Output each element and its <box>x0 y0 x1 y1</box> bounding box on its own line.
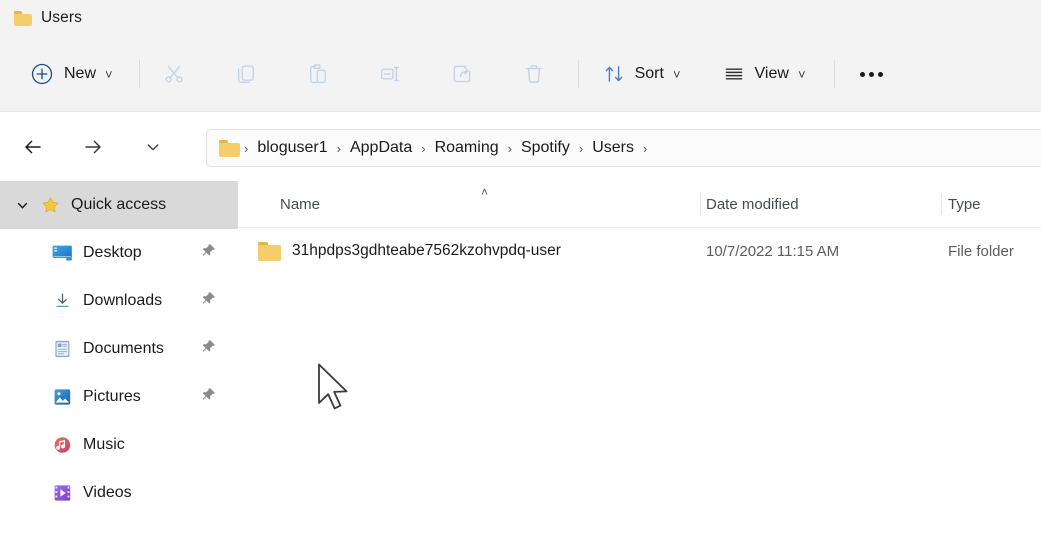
forward-button[interactable] <box>74 128 112 166</box>
sidebar-group-label: Quick access <box>71 196 167 213</box>
folder-icon <box>14 10 32 26</box>
sidebar-item-label: Documents <box>83 340 164 357</box>
column-header-name[interactable]: Name <box>280 181 320 227</box>
column-header-date-modified[interactable]: Date modified <box>706 181 799 227</box>
arrow-left-icon <box>22 136 44 158</box>
file-row-type: File folder <box>948 242 1014 260</box>
music-icon <box>52 436 72 454</box>
pin-icon[interactable] <box>201 387 216 407</box>
view-lines-icon <box>723 63 745 85</box>
copy-button[interactable] <box>224 54 268 94</box>
paste-icon <box>306 62 330 86</box>
column-header-type[interactable]: Type <box>948 181 981 227</box>
navigation-pane: Quick access Desktop Downloads Documents… <box>0 181 238 553</box>
sidebar-item-pictures[interactable]: Pictures <box>0 373 238 421</box>
share-icon <box>450 62 474 86</box>
folder-icon <box>258 241 281 261</box>
breadcrumb-item-users[interactable]: Users <box>587 136 639 160</box>
window-title: Users <box>41 9 82 26</box>
chevron-down-icon: ˅ <box>672 66 681 82</box>
column-header-name-label: Name <box>280 195 321 213</box>
file-explorer-window: Users New ˅ Sort ˅ View ˅ › bloguser1 › … <box>0 0 1041 553</box>
column-header-date-label: Date modified <box>706 195 799 213</box>
sidebar-item-label: Desktop <box>83 244 142 261</box>
sidebar-group-quick-access[interactable]: Quick access <box>0 181 238 229</box>
sort-ascending-indicator: ˄ <box>481 185 489 199</box>
plus-circle-icon <box>30 62 54 86</box>
file-row-name-cell: 31hpdps3gdhteabe7562kzohvpdq-user <box>258 241 561 261</box>
rename-icon <box>378 62 402 86</box>
pin-icon[interactable] <box>201 291 216 311</box>
sidebar-item-label: Videos <box>83 484 132 501</box>
scissors-icon <box>162 62 186 86</box>
column-header-type-label: Type <box>948 195 981 213</box>
chevron-down-icon: ˅ <box>797 66 806 82</box>
command-bar: New ˅ Sort ˅ View ˅ <box>0 36 1041 112</box>
sidebar-item-label: Pictures <box>83 388 141 405</box>
sidebar-item-music[interactable]: Music <box>0 421 238 469</box>
sidebar-item-downloads[interactable]: Downloads <box>0 277 238 325</box>
chevron-down-icon <box>143 137 163 157</box>
chevron-down-icon[interactable] <box>14 198 30 213</box>
breadcrumb-separator: › <box>643 140 648 156</box>
breadcrumb-item-appdata[interactable]: AppData <box>345 136 417 160</box>
cut-button[interactable] <box>152 54 196 94</box>
share-button[interactable] <box>440 54 484 94</box>
column-divider[interactable] <box>700 193 701 215</box>
star-icon <box>41 196 60 215</box>
see-more-button[interactable] <box>849 54 895 94</box>
sort-arrows-icon <box>603 63 625 85</box>
pin-icon[interactable] <box>201 339 216 359</box>
breadcrumb-item-bloguser1[interactable]: bloguser1 <box>252 136 332 160</box>
sidebar-item-desktop[interactable]: Desktop <box>0 229 238 277</box>
arrow-right-icon <box>82 136 104 158</box>
sidebar-item-documents[interactable]: Documents <box>0 325 238 373</box>
view-button-label: View <box>754 65 789 82</box>
trash-icon <box>522 62 546 86</box>
address-bar[interactable]: › bloguser1 › AppData › Roaming › Spotif… <box>206 129 1041 167</box>
sidebar-item-label: Downloads <box>83 292 163 309</box>
breadcrumb-separator: › <box>578 140 584 156</box>
chevron-down-icon: ˅ <box>105 66 113 82</box>
file-row-name: 31hpdps3gdhteabe7562kzohvpdq-user <box>292 242 561 259</box>
toolbar-divider-3 <box>833 60 835 88</box>
title-bar: Users <box>0 0 1041 36</box>
monitor-icon <box>52 244 72 262</box>
sidebar-item-label: Music <box>83 436 125 453</box>
sort-button[interactable]: Sort ˅ <box>593 54 691 94</box>
recent-locations-button[interactable] <box>134 128 172 166</box>
breadcrumb-item-spotify[interactable]: Spotify <box>516 136 575 160</box>
ellipsis-icon <box>860 71 884 77</box>
picture-icon <box>52 388 72 406</box>
copy-icon <box>234 62 258 86</box>
file-row-date-modified: 10/7/2022 11:15 AM <box>706 242 840 260</box>
download-icon <box>52 292 72 310</box>
breadcrumb-separator: › <box>421 140 426 156</box>
toolbar-divider <box>138 60 140 88</box>
table-row[interactable]: 31hpdps3gdhteabe7562kzohvpdq-user 10/7/2… <box>238 228 1041 274</box>
delete-button[interactable] <box>512 54 556 94</box>
pin-icon[interactable] <box>201 243 216 263</box>
sidebar-item-videos[interactable]: Videos <box>0 469 238 517</box>
breadcrumb-separator: › <box>507 140 512 156</box>
breadcrumb-item-roaming[interactable]: Roaming <box>430 136 504 160</box>
column-divider[interactable] <box>941 193 942 215</box>
document-icon <box>52 340 72 358</box>
back-button[interactable] <box>14 128 52 166</box>
rename-button[interactable] <box>368 54 412 94</box>
new-button[interactable]: New ˅ <box>20 54 123 94</box>
video-icon <box>52 484 72 502</box>
breadcrumb-separator: › <box>336 140 341 156</box>
column-header-row: ˄ Name Date modified Type <box>238 181 1041 228</box>
toolbar-divider-2 <box>577 60 579 88</box>
paste-button[interactable] <box>296 54 340 94</box>
folder-icon <box>219 139 240 157</box>
breadcrumb-separator: › <box>244 140 249 156</box>
new-button-label: New <box>64 65 97 82</box>
file-list-pane: ˄ Name Date modified Type 31hpdps3gdhtea… <box>238 181 1041 553</box>
sort-button-label: Sort <box>634 65 664 82</box>
view-button[interactable]: View ˅ <box>713 54 816 94</box>
